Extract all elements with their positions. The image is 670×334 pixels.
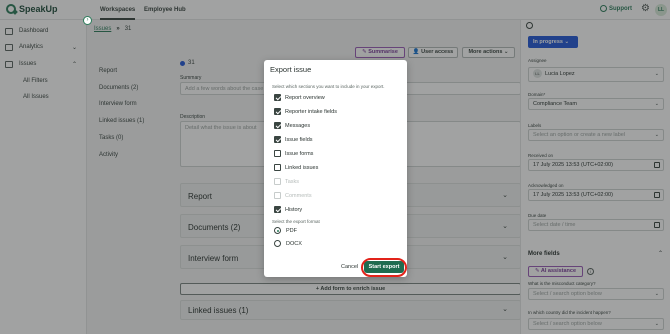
format-label-pdf: PDF <box>286 227 297 234</box>
option-label: Issue fields <box>285 136 313 143</box>
cancel-button[interactable]: Cancel <box>341 264 358 270</box>
option-issue-fields[interactable]: Issue fields <box>274 135 313 144</box>
radio-button[interactable] <box>274 227 281 234</box>
format-pdf[interactable]: PDF <box>274 227 297 234</box>
option-label: Reporter intake fields <box>285 108 337 115</box>
option-label: Messages <box>285 122 311 129</box>
checkbox[interactable] <box>274 150 281 157</box>
sidebar-collapse-button[interactable]: › <box>83 16 92 25</box>
format-docx[interactable]: DOCX <box>274 240 302 247</box>
option-label: Report overview <box>285 94 325 101</box>
export-issue-modal: Export issue Select which sections you w… <box>264 60 407 277</box>
radio-button[interactable] <box>274 240 281 247</box>
option-label: Issue forms <box>285 150 314 157</box>
checkbox <box>274 192 281 199</box>
option-comments: Comments <box>274 191 312 200</box>
checkbox[interactable] <box>274 164 281 171</box>
option-label: Tasks <box>285 178 300 185</box>
checkbox[interactable] <box>274 136 281 143</box>
checkbox[interactable] <box>274 122 281 129</box>
checkbox[interactable] <box>274 206 281 213</box>
checkbox[interactable] <box>274 108 281 115</box>
option-label: Comments <box>285 192 312 199</box>
option-label: Linked issues <box>285 164 319 171</box>
option-issue-forms[interactable]: Issue forms <box>274 149 313 158</box>
highlight-ring <box>361 258 407 277</box>
option-report-overview[interactable]: Report overview <box>274 93 325 102</box>
modal-title: Export issue <box>270 65 312 74</box>
option-history[interactable]: History <box>274 205 302 214</box>
modal-subtitle: Select which sections you want to includ… <box>272 84 385 89</box>
checkbox <box>274 178 281 185</box>
checkbox[interactable] <box>274 94 281 101</box>
option-linked-issues[interactable]: Linked issues <box>274 163 318 172</box>
format-label: Select the export format <box>272 219 320 224</box>
option-tasks: Tasks <box>274 177 299 186</box>
option-reporter-intake-fields[interactable]: Reporter intake fields <box>274 107 337 116</box>
format-label-docx: DOCX <box>286 240 302 247</box>
option-messages[interactable]: Messages <box>274 121 310 130</box>
option-label: History <box>285 206 303 213</box>
